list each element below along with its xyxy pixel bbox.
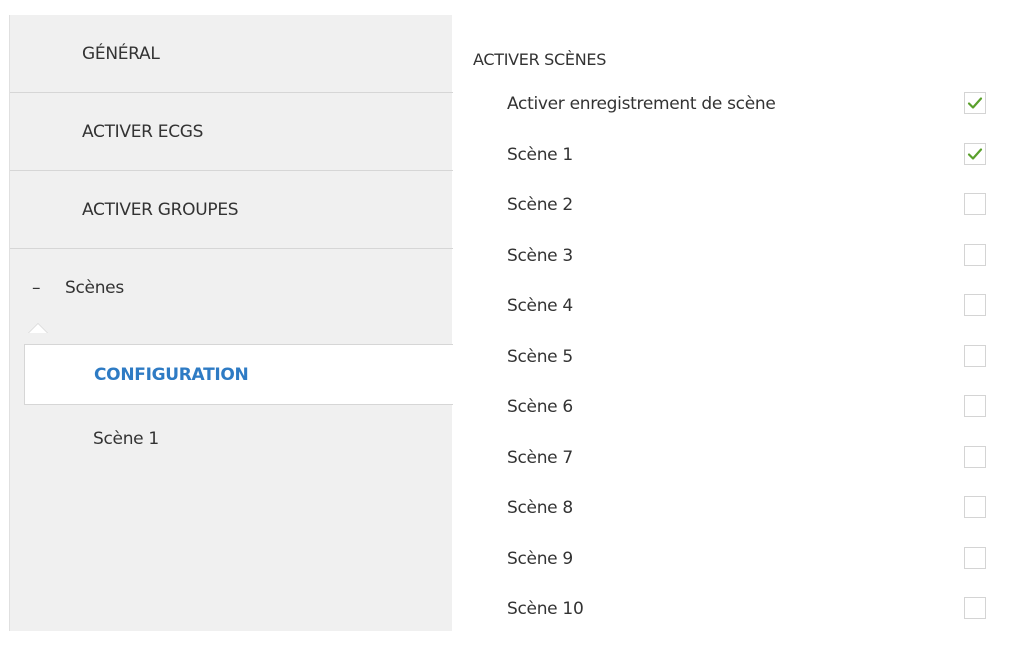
option-row: Scène 8 xyxy=(452,494,1011,544)
option-checkbox[interactable] xyxy=(964,395,986,417)
nav-group-label: Scènes xyxy=(65,278,124,298)
option-checkbox[interactable] xyxy=(964,496,986,518)
option-row: Scène 7 xyxy=(452,444,1011,494)
sidebar-nav: GÉNÉRAL ACTIVER ECGS ACTIVER GROUPES – S… xyxy=(9,15,453,631)
settings-panel: ACTIVER SCÈNES Activer enregistrement de… xyxy=(452,15,1011,631)
option-label: Scène 2 xyxy=(507,195,573,215)
option-checkbox[interactable] xyxy=(964,92,986,114)
option-label: Scène 1 xyxy=(507,144,573,165)
option-row: Scène 10 xyxy=(452,595,1011,645)
nav-subitem-label: Scène 1 xyxy=(93,429,159,449)
nav-group-scenes[interactable]: – Scènes xyxy=(10,249,453,327)
option-checkbox[interactable] xyxy=(964,445,986,468)
checkmark-icon xyxy=(967,97,983,109)
option-label: Scène 10 xyxy=(507,599,584,619)
option-row: Activer enregistrement de scène xyxy=(452,90,1011,140)
nav-subitem-configuration[interactable]: CONFIGURATION xyxy=(24,344,453,405)
option-label: Scène 7 xyxy=(507,447,573,468)
nav-subitem-label: CONFIGURATION xyxy=(94,365,249,385)
option-checkbox[interactable] xyxy=(964,546,986,569)
option-checkbox[interactable] xyxy=(964,344,986,367)
option-checkbox[interactable] xyxy=(964,142,986,165)
option-row: Scène 6 xyxy=(452,393,1011,443)
option-label: Scène 4 xyxy=(507,296,573,316)
option-label: Scène 3 xyxy=(507,245,573,266)
nav-item-label: ACTIVER GROUPES xyxy=(82,200,239,220)
option-label: Activer enregistrement de scène xyxy=(507,94,776,114)
option-checkbox[interactable] xyxy=(964,294,986,316)
option-row: Scène 1 xyxy=(452,141,1011,191)
option-checkbox[interactable] xyxy=(964,193,986,215)
option-row: Scène 9 xyxy=(452,545,1011,595)
nav-item-label: ACTIVER ECGS xyxy=(82,122,204,142)
checkmark-icon xyxy=(967,147,983,160)
option-row: Scène 2 xyxy=(452,191,1011,241)
option-checkbox[interactable] xyxy=(964,597,986,619)
option-label: Scène 6 xyxy=(507,397,573,417)
option-checkbox[interactable] xyxy=(964,243,986,266)
section-title: ACTIVER SCÈNES xyxy=(473,50,607,69)
nav-item-activer-ecgs[interactable]: ACTIVER ECGS xyxy=(10,93,453,171)
selection-caret xyxy=(29,324,47,333)
option-row: Scène 5 xyxy=(452,343,1011,393)
nav-item-label: GÉNÉRAL xyxy=(82,44,160,64)
nav-item-general[interactable]: GÉNÉRAL xyxy=(10,15,453,93)
collapse-icon[interactable]: – xyxy=(32,278,41,298)
option-label: Scène 8 xyxy=(507,498,573,518)
option-row: Scène 4 xyxy=(452,292,1011,342)
nav-item-activer-groupes[interactable]: ACTIVER GROUPES xyxy=(10,171,453,249)
option-label: Scène 9 xyxy=(507,548,573,569)
option-row: Scène 3 xyxy=(452,242,1011,292)
nav-subitem-scene-1[interactable]: Scène 1 xyxy=(24,405,453,465)
option-label: Scène 5 xyxy=(507,346,573,367)
